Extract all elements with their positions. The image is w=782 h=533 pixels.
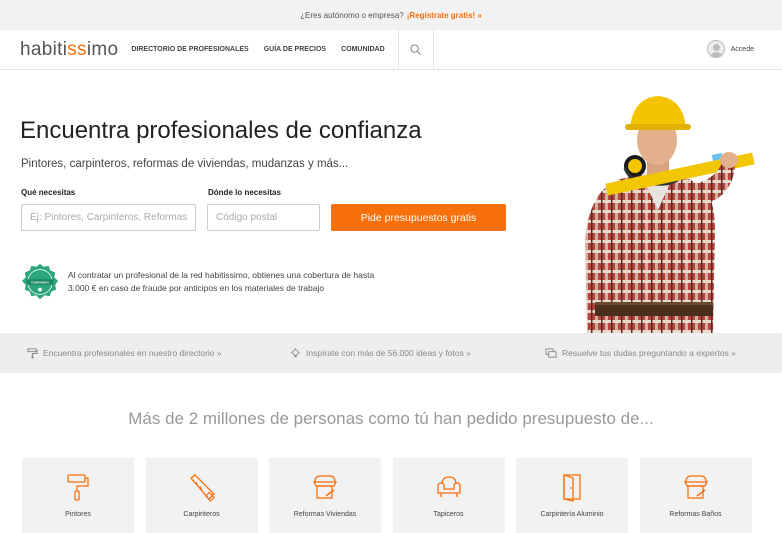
trust-badge-icon: CONFIANZA [21, 263, 59, 300]
category-label: Reformas Baños [669, 511, 722, 518]
category-card-tapiceros[interactable]: Tapiceros [392, 458, 505, 533]
hero-subtitle: Pintores, carpinteros, reformas de vivie… [21, 158, 349, 170]
category-label: Pintores [65, 511, 91, 518]
category-label: Reformas Viviendas [293, 511, 357, 518]
category-card-carpinteros[interactable]: Carpinteros [145, 458, 258, 533]
hero-section: Encuentra profesionales de confianza Pin… [0, 70, 782, 333]
nav-comunidad[interactable]: COMUNIDAD [341, 46, 385, 53]
category-cards: Pintores Carpinteros Reformas Viviendas … [22, 458, 752, 533]
category-card-reformas-banos[interactable]: Reformas Baños [639, 458, 752, 533]
nav-directorio-profesionales[interactable]: DIRECTORIO DE PROFESIONALES [131, 46, 248, 53]
shop-renovation-icon [312, 475, 338, 499]
login-link[interactable]: Accede [706, 40, 754, 58]
search-icon [410, 44, 422, 55]
what-input[interactable] [21, 204, 196, 231]
where-label: Dónde lo necesitas [208, 188, 281, 197]
category-label: Carpintería Aluminio [540, 511, 604, 518]
shop-renovation-icon [683, 475, 708, 499]
strip-link-experts[interactable]: Resuelve tus dudas preguntando a experto… [545, 347, 736, 359]
main-navigation: habitissimo DIRECTORIO DE PROFESIONALES … [0, 29, 782, 70]
postal-code-input[interactable] [207, 204, 320, 231]
chat-bubble-icon [545, 347, 557, 358]
search-button[interactable] [397, 29, 434, 70]
construction-worker-image [585, 96, 755, 333]
login-label: Accede [730, 45, 754, 53]
hero-title: Encuentra profesionales de confianza [20, 117, 422, 144]
category-label: Carpinteros [183, 511, 220, 518]
paint-roller-icon [67, 474, 89, 501]
announcement-question: ¿Eres autónomo o empresa? [300, 10, 404, 20]
category-card-reformas-viviendas[interactable]: Reformas Viviendas [269, 458, 381, 533]
armchair-icon [436, 476, 461, 497]
strip-link-ideas[interactable]: Inspírate con más de 56.000 ideas y foto… [290, 347, 471, 359]
guarantee-text: Al contratar un profesional de la red ha… [68, 270, 375, 293]
svg-text:CONFIANZA: CONFIANZA [31, 280, 50, 284]
user-avatar-icon [706, 40, 725, 58]
strip-link-directorio[interactable]: Encuentra profesionales en nuestro direc… [27, 347, 222, 359]
saw-icon [189, 474, 215, 502]
social-proof-headline: Más de 2 millones de personas como tú ha… [128, 409, 654, 428]
request-quotes-button[interactable]: Pide presupuestos gratis [331, 204, 506, 231]
category-card-carpinteria-aluminio[interactable]: Carpintería Aluminio [516, 458, 628, 533]
paint-roller-icon [27, 347, 38, 359]
feature-links-strip: Encuentra profesionales en nuestro direc… [0, 333, 782, 373]
top-announcement-bar: ¿Eres autónomo o empresa? ¡Regístrate gr… [0, 0, 782, 30]
nav-guia-precios[interactable]: GUÍA DE PRECIOS [264, 46, 326, 53]
lightbulb-icon [290, 347, 301, 357]
category-card-pintores[interactable]: Pintores [22, 458, 134, 533]
category-label: Tapiceros [433, 511, 464, 518]
door-icon [563, 474, 581, 502]
habitissimo-logo[interactable]: habitissimo [20, 39, 118, 61]
register-free-link[interactable]: ¡Regístrate gratis! » [407, 11, 482, 20]
what-label: Qué necesitas [21, 188, 76, 197]
